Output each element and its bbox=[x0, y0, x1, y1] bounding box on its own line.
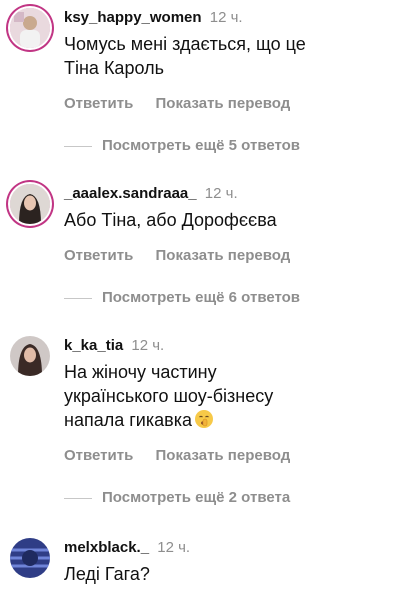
username[interactable]: k_ka_tia bbox=[64, 337, 123, 354]
comment-text-line: Або Тіна, або Дорофєєва bbox=[64, 210, 277, 230]
divider-line bbox=[64, 497, 92, 499]
comment-text-line: На жіночу частину bbox=[64, 362, 217, 382]
comment-actions: Ответить Показать перевод bbox=[64, 94, 308, 114]
divider-line bbox=[64, 297, 92, 299]
view-replies-label: Посмотреть ещё 2 ответа bbox=[102, 489, 291, 506]
username[interactable]: ksy_happy_women bbox=[64, 9, 202, 26]
comment-text: На жіночу частину українського шоу-бізне… bbox=[64, 360, 364, 432]
avatar-ksy-happy-women[interactable] bbox=[10, 8, 50, 48]
reply-button[interactable]: Ответить bbox=[64, 247, 133, 264]
comment-text-line-with-emoji: напала гикавка bbox=[64, 408, 364, 432]
reply-button[interactable]: Ответить bbox=[64, 95, 133, 112]
timestamp: 12 ч. bbox=[157, 539, 191, 556]
comment-text-fragment: напала гикавка bbox=[64, 410, 192, 430]
reply-button[interactable]: Ответить bbox=[64, 447, 133, 464]
view-replies-button[interactable]: Посмотреть ещё 6 ответов bbox=[64, 288, 300, 308]
avatar-image-icon bbox=[10, 336, 50, 376]
shushing-face-emoji-icon bbox=[194, 410, 213, 428]
timestamp: 12 ч. bbox=[204, 185, 238, 202]
avatar-image-icon bbox=[10, 538, 50, 578]
comment-header: ksy_happy_women 12 ч. bbox=[64, 8, 243, 28]
view-replies-label: Посмотреть ещё 6 ответов bbox=[102, 289, 301, 306]
comment-actions: Ответить Показать перевод bbox=[64, 246, 308, 266]
username[interactable]: melxblack._ bbox=[64, 539, 149, 556]
avatar-image-icon bbox=[10, 8, 50, 48]
avatar-melxblack[interactable] bbox=[10, 538, 50, 578]
comment-text-line: українського шоу-бізнесу bbox=[64, 386, 274, 406]
comment-text: Або Тіна, або Дорофєєва bbox=[64, 208, 364, 232]
comment-header: _aaalex.sandraaa_ 12 ч. bbox=[64, 184, 238, 204]
avatar-aaalex-sandraaa[interactable] bbox=[10, 184, 50, 224]
timestamp: 12 ч. bbox=[131, 337, 165, 354]
username[interactable]: _aaalex.sandraaa_ bbox=[64, 185, 197, 202]
avatar-image-icon bbox=[10, 184, 50, 224]
comment-header: melxblack._ 12 ч. bbox=[64, 538, 190, 558]
translate-button[interactable]: Показать перевод bbox=[156, 447, 291, 464]
comment-text-line: Чомусь мені здається, що це bbox=[64, 34, 306, 54]
view-replies-button[interactable]: Посмотреть ещё 2 ответа bbox=[64, 488, 290, 508]
divider-line bbox=[64, 145, 92, 147]
translate-button[interactable]: Показать перевод bbox=[156, 247, 291, 264]
view-replies-button[interactable]: Посмотреть ещё 5 ответов bbox=[64, 136, 300, 156]
comment-text: Леді Гага? bbox=[64, 562, 364, 586]
comment-text-line: Тіна Кароль bbox=[64, 58, 164, 78]
translate-button[interactable]: Показать перевод bbox=[156, 95, 291, 112]
comment-header: k_ka_tia 12 ч. bbox=[64, 336, 164, 356]
view-replies-label: Посмотреть ещё 5 ответов bbox=[102, 137, 301, 154]
comment-text-line: Леді Гага? bbox=[64, 564, 150, 584]
avatar-k-ka-tia[interactable] bbox=[10, 336, 50, 376]
timestamp: 12 ч. bbox=[209, 9, 243, 26]
comment-text: Чомусь мені здається, що це Тіна Кароль bbox=[64, 32, 364, 80]
comment-actions: Ответить Показать перевод bbox=[64, 446, 308, 466]
